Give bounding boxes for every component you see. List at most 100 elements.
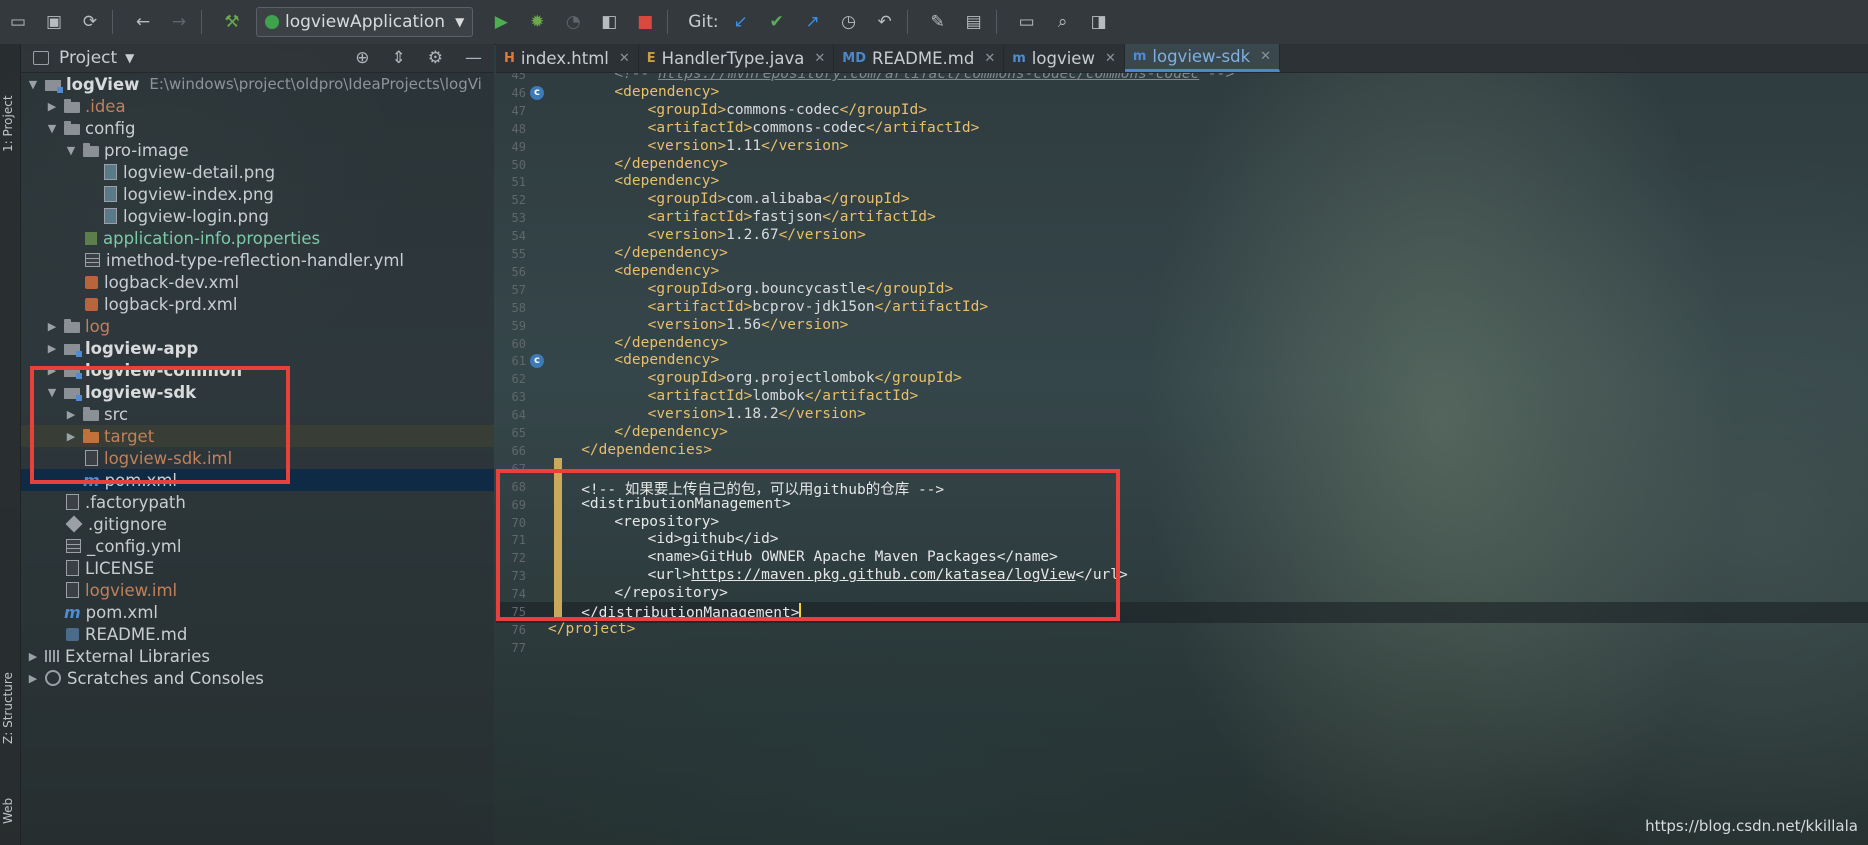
expand-arrow-icon[interactable]: ▼: [27, 78, 39, 91]
history-icon[interactable]: ◷: [835, 8, 863, 36]
line-number: 59: [511, 318, 526, 333]
code-token: </: [804, 388, 823, 405]
tree-item[interactable]: ▶ Scratches and Consoles: [21, 667, 494, 689]
tree-item[interactable]: logback-prd.xml: [21, 293, 494, 315]
code-text: </dependency>: [614, 335, 728, 351]
code-token: </: [822, 209, 840, 226]
tree-item[interactable]: ▶ log: [21, 315, 494, 337]
collapse-arrow-icon[interactable]: ▶: [46, 320, 58, 333]
tree-item[interactable]: ▼ pro-image: [21, 139, 494, 161]
settings-wrench-icon[interactable]: ✎: [924, 8, 952, 36]
tree-item[interactable]: ▶ .idea: [21, 95, 494, 117]
build-hammer-icon[interactable]: ⚒: [218, 8, 246, 36]
locate-target-icon[interactable]: ⊕: [355, 48, 369, 68]
save-icon[interactable]: ▣: [40, 8, 68, 36]
code-text: <dependency>: [614, 352, 719, 368]
tree-item[interactable]: logview-index.png: [21, 183, 494, 205]
presentation-icon[interactable]: ◨: [1085, 8, 1113, 36]
tree-item[interactable]: application-info.properties: [21, 227, 494, 249]
tree-item[interactable]: imethod-type-reflection-handler.yml: [21, 249, 494, 271]
code-token: </: [839, 101, 858, 118]
tree-item[interactable]: LICENSE: [21, 557, 494, 579]
tree-item[interactable]: ▶ External Libraries: [21, 645, 494, 667]
md-icon: [66, 627, 79, 641]
git-push-icon[interactable]: ↗: [799, 8, 827, 36]
gutter-marker-icon[interactable]: c: [530, 354, 544, 369]
debug-icon[interactable]: ✹: [523, 8, 551, 36]
rollback-icon[interactable]: ↶: [871, 8, 899, 36]
collapse-arrow-icon[interactable]: ▶: [27, 650, 39, 663]
code-token: </: [581, 441, 599, 458]
folder-icon: [64, 120, 80, 135]
code-token: </: [865, 119, 884, 136]
tree-item[interactable]: .gitignore: [21, 513, 494, 535]
tree-item[interactable]: ▼ config: [21, 117, 494, 139]
tree-item[interactable]: .factorypath: [21, 491, 494, 513]
line-number: 76: [511, 622, 526, 637]
collapse-arrow-icon[interactable]: ▶: [46, 100, 58, 113]
editor-tab[interactable]: m logview-sdk ✕: [1124, 44, 1281, 72]
coverage-icon[interactable]: ◔: [559, 8, 587, 36]
stop-icon[interactable]: ■: [631, 8, 659, 36]
tree-item[interactable]: README.md: [21, 623, 494, 645]
xml-icon: [85, 275, 98, 289]
structure-tool-tab[interactable]: Z: Structure: [1, 672, 15, 744]
expand-arrow-icon[interactable]: ▼: [46, 122, 58, 135]
web-tool-tab[interactable]: Web: [1, 798, 15, 824]
code-token: >: [719, 424, 728, 440]
search-icon[interactable]: ⌕: [1049, 8, 1077, 36]
tree-item[interactable]: ▶ logview-app: [21, 337, 494, 359]
minimize-icon[interactable]: —: [465, 48, 482, 68]
close-icon[interactable]: ✕: [814, 51, 825, 66]
close-icon[interactable]: ✕: [619, 51, 630, 66]
run-configuration-select[interactable]: logviewApplication ▼: [256, 7, 474, 37]
close-icon[interactable]: ✕: [1260, 49, 1271, 64]
code-token: dependency: [631, 155, 720, 172]
gutter-marker-icon[interactable]: c: [530, 85, 544, 100]
project-tool-tab[interactable]: 1: Project: [1, 95, 15, 152]
open-folder-icon[interactable]: ▭: [4, 8, 32, 36]
code-token: version: [656, 406, 718, 423]
code-token: artifactId: [839, 209, 927, 226]
close-icon[interactable]: ✕: [984, 51, 995, 66]
code-token: dependency: [623, 352, 711, 369]
run-icon[interactable]: ▶: [487, 8, 515, 36]
line-number: 54: [511, 229, 526, 244]
code-text: </dependency>: [614, 245, 728, 261]
gear-icon[interactable]: ⚙: [428, 48, 443, 68]
code-line[interactable]: 77: [496, 638, 1868, 659]
tree-item[interactable]: _config.yml: [21, 535, 494, 557]
chevron-down-icon[interactable]: ▼: [125, 51, 134, 65]
editor-tab[interactable]: Hindex.html ✕: [496, 44, 639, 72]
editor-tab[interactable]: m logview ✕: [1004, 44, 1125, 72]
code-text: <groupId>org.projectlombok</groupId>: [648, 370, 962, 386]
expand-arrow-icon[interactable]: ▼: [65, 144, 77, 157]
code-token: >: [953, 370, 962, 387]
editor-tab[interactable]: MD README.md ✕: [834, 44, 1005, 72]
back-arrow-icon[interactable]: ←: [129, 8, 157, 36]
code-token: version: [656, 227, 718, 244]
file-icon: [66, 560, 79, 576]
collapse-arrow-icon[interactable]: ▶: [27, 672, 39, 685]
collapse-all-icon[interactable]: ⇕: [392, 48, 406, 68]
tree-item[interactable]: logview-detail.png: [21, 161, 494, 183]
git-commit-icon[interactable]: ✔: [763, 8, 791, 36]
tree-item[interactable]: ▼ logView E:\windows\project\oldpro\IdeaPr…: [21, 73, 494, 95]
tree-item[interactable]: logview-login.png: [21, 205, 494, 227]
toolbar-divider: [995, 10, 997, 34]
code-text: </project>: [548, 621, 635, 637]
sync-icon[interactable]: ⟳: [76, 8, 104, 36]
close-icon[interactable]: ✕: [1105, 51, 1116, 66]
code-editor[interactable]: 45 <!-- https://mvnrepository.com/artifac…: [496, 73, 1868, 845]
collapse-arrow-icon[interactable]: ▶: [46, 342, 58, 355]
project-structure-icon[interactable]: ▤: [960, 8, 988, 36]
forward-arrow-icon[interactable]: →: [165, 8, 193, 36]
tree-item[interactable]: logback-dev.xml: [21, 271, 494, 293]
terminal-icon[interactable]: ▭: [1013, 8, 1041, 36]
tree-item[interactable]: m pom.xml: [21, 601, 494, 623]
git-update-icon[interactable]: ↙: [727, 8, 755, 36]
profile-icon[interactable]: ◧: [595, 8, 623, 36]
editor-tab[interactable]: E HandlerType.java ✕: [639, 44, 835, 72]
project-panel-title[interactable]: Project: [59, 48, 117, 68]
tree-item[interactable]: logview.iml: [21, 579, 494, 601]
